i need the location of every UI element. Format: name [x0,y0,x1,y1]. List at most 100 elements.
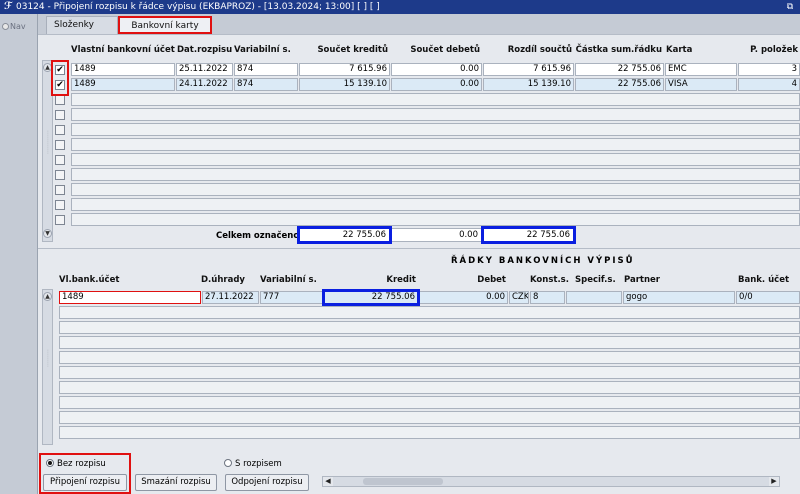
empty-row[interactable] [59,381,800,394]
empty-row[interactable] [59,351,800,364]
empty-row[interactable] [59,396,800,409]
window-title: 03124 - Připojení rozpisu k řádce výpisu… [16,2,380,12]
empty-cell[interactable] [71,213,800,226]
scroll-thumb[interactable] [363,478,443,485]
radio-without-label: Bez rozpisu [57,459,106,469]
radio-with-breakdown[interactable]: S rozpisem [224,459,282,469]
row-checkbox[interactable]: ✔ [55,80,65,90]
main-panel: Vlastní bankovní účet Dat.rozpisu Variab… [38,34,800,494]
radio-selected-icon [46,459,54,467]
empty-cell[interactable] [71,183,800,196]
scroll-up-icon[interactable]: ▲ [43,292,52,301]
column-header-specific-symbol: Specif.s. [575,275,616,285]
cell-variable-symbol[interactable]: 874 [234,78,298,91]
cell-debit-sum[interactable]: 0.00 [391,63,482,76]
restore-window-icon[interactable]: ⧉ [784,0,796,14]
cell-row-amount[interactable]: 22 755.06 [575,63,664,76]
cell-variable-symbol[interactable]: 874 [234,63,298,76]
empty-cell[interactable] [71,123,800,136]
attach-breakdown-button[interactable]: Připojení rozpisu [43,474,127,491]
top-table-scrollbar[interactable]: ▲ ⋮ ⋮ ⋮ ⋮ ▼ [42,60,53,242]
empty-row[interactable] [59,411,800,424]
cell-own-account[interactable]: 1489 [71,63,175,76]
cell-constant-symbol[interactable]: 8 [530,291,565,304]
nav-label: Nav [10,22,26,31]
cell-debit[interactable]: 0.00 [419,291,508,304]
cell-specific-symbol[interactable] [566,291,622,304]
column-header-difference: Rozdíl součtů [507,45,572,55]
column-header-debit-sum: Součet debetů [410,45,480,55]
tab-slozenky[interactable]: Složenky [46,16,118,34]
cell-credit-sum[interactable]: 15 139.10 [299,78,390,91]
detach-breakdown-button[interactable]: Odpojení rozpisu [225,474,309,491]
cell-difference[interactable]: 7 615.96 [483,63,574,76]
cell-card[interactable]: VISA [665,78,737,91]
column-header-row-amount: Částka sum.řádku [575,45,662,55]
cell-payment-date[interactable]: 27.11.2022 [202,291,259,304]
cell-date[interactable]: 24.11.2022 [176,78,233,91]
cell-card[interactable]: EMC [665,63,737,76]
column-header-own-account: Vlastní bankovní účet [71,45,175,55]
cell-date[interactable]: 25.11.2022 [176,63,233,76]
empty-cell[interactable] [71,168,800,181]
cell-credit-sum[interactable]: 7 615.96 [299,63,390,76]
total-difference: 22 755.06 [483,228,574,242]
row-checkbox[interactable] [55,170,65,180]
row-checkbox[interactable] [55,200,65,210]
column-header-item-count: P. položek [750,45,798,55]
scroll-grip-icon: ⋮ ⋮ ⋮ ⋮ [45,130,51,155]
column-header-debit: Debet [477,275,506,285]
empty-cell[interactable] [71,108,800,121]
delete-breakdown-button[interactable]: Smazání rozpisu [135,474,217,491]
cell-bank-account[interactable]: 1489 [59,291,201,304]
empty-row[interactable] [59,321,800,334]
scroll-up-icon[interactable]: ▲ [43,63,52,72]
row-checkbox[interactable] [55,95,65,105]
horizontal-scrollbar[interactable]: ◀ ▶ [322,476,780,487]
section-divider [38,248,800,249]
column-header-variable-symbol: Variabilní s. [234,45,291,55]
cell-difference[interactable]: 15 139.10 [483,78,574,91]
cell-debit-sum[interactable]: 0.00 [391,78,482,91]
totals-label: Celkem označeno [216,231,300,241]
column-header-variable-symbol-2: Variabilní s. [260,275,317,285]
column-header-payment-date: D.úhrady [201,275,245,285]
total-credit: 22 755.06 [299,228,390,242]
cell-variable-symbol[interactable]: 777 [260,291,323,304]
bottom-table-scrollbar[interactable]: ▲ ⋮ ⋮ ⋮ [42,289,53,445]
empty-row[interactable] [59,306,800,319]
scroll-down-icon[interactable]: ▼ [43,229,52,238]
nav-button[interactable]: Nav [2,22,26,31]
cell-credit[interactable]: 22 755.06 [324,291,418,304]
cell-item-count[interactable]: 4 [738,78,800,91]
row-checkbox[interactable] [55,185,65,195]
scroll-left-icon[interactable]: ◀ [323,477,333,486]
row-checkbox[interactable] [55,125,65,135]
left-panel: Nav [0,14,38,494]
column-header-credit: Kredit [386,275,416,285]
column-header-partner: Partner [624,275,661,285]
radio-without-breakdown[interactable]: Bez rozpisu [46,459,106,469]
tab-bankovni-karty[interactable]: Bankovní karty [118,16,212,34]
cell-own-account[interactable]: 1489 [71,78,175,91]
empty-cell[interactable] [71,93,800,106]
empty-cell[interactable] [71,138,800,151]
cell-item-count[interactable]: 3 [738,63,800,76]
row-checkbox[interactable] [55,215,65,225]
empty-row[interactable] [59,366,800,379]
row-checkbox[interactable] [55,140,65,150]
row-checkbox[interactable]: ✔ [55,65,65,75]
window-titlebar: ℱ 03124 - Připojení rozpisu k řádce výpi… [0,0,800,14]
cell-partner[interactable]: gogo [623,291,735,304]
scroll-right-icon[interactable]: ▶ [769,477,779,486]
row-checkbox[interactable] [55,110,65,120]
cell-row-amount[interactable]: 22 755.06 [575,78,664,91]
empty-cell[interactable] [71,198,800,211]
column-header-card: Karta [666,45,693,55]
row-checkbox[interactable] [55,155,65,165]
cell-currency[interactable]: CZK [509,291,529,304]
empty-row[interactable] [59,426,800,439]
cell-bank-account-2[interactable]: 0/0 [736,291,800,304]
empty-row[interactable] [59,336,800,349]
empty-cell[interactable] [71,153,800,166]
